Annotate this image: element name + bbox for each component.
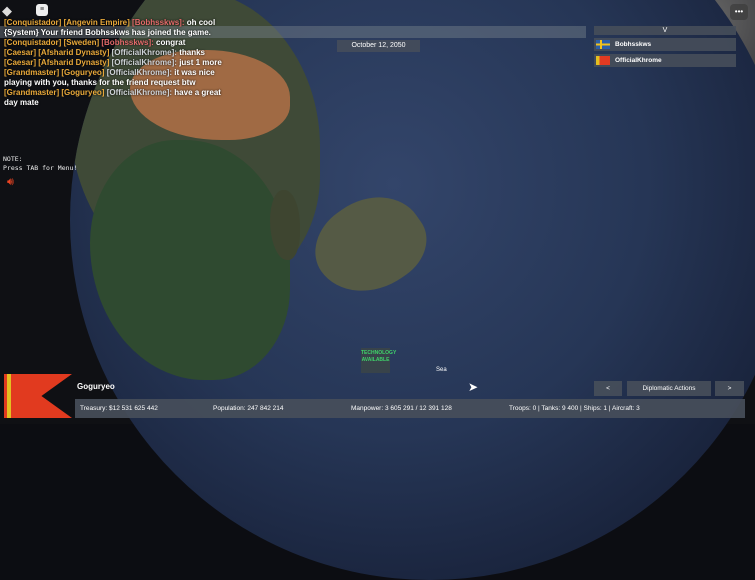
diplomatic-actions-button[interactable]: Diplomatic Actions xyxy=(627,381,711,396)
next-button[interactable]: > xyxy=(715,381,744,396)
chat-message: [Caesar] [Afsharid Dynasty] [OfficialKhr… xyxy=(4,48,205,57)
country-name: Goguryeo xyxy=(77,382,115,391)
speaker-icon[interactable]: 🔊︎ xyxy=(7,176,14,189)
player-row[interactable]: Bobhsskws xyxy=(594,38,736,51)
note-title: NOTE: xyxy=(3,155,23,163)
chat-system-message: {System} Your friend Bobhsskws has joine… xyxy=(4,28,211,37)
chat-message: [Conquistador] [Sweden] [Bobhsskws]: con… xyxy=(4,38,186,47)
population: Population: 247 842 214 xyxy=(213,405,284,412)
note-text: Press TAB for Menu! xyxy=(3,164,78,172)
chat-icon[interactable]: ≡ xyxy=(36,4,48,16)
chat-message: [Conquistador] [Angevin Empire] [Bobhssk… xyxy=(4,18,216,27)
note: NOTE: Press TAB for Menu! xyxy=(3,155,77,173)
player-row[interactable]: OfficialKhrome xyxy=(594,54,736,67)
sweden-flag-icon xyxy=(596,40,610,49)
military: Troops: 0 | Tanks: 9 400 | Ships: 1 | Ai… xyxy=(509,405,640,412)
stats-bar: Treasury: $12 531 625 442 Population: 24… xyxy=(75,399,745,418)
prev-button[interactable]: < xyxy=(594,381,622,396)
treasury: Treasury: $12 531 625 442 xyxy=(80,405,158,412)
chat-message: [Caesar] [Afsharid Dynasty] [OfficialKhr… xyxy=(4,58,222,67)
chat-message: [Grandmaster] [Goguryeo] [OfficialKhrome… xyxy=(4,88,221,107)
technology-available-badge[interactable]: TECHNOLOGY AVAILABLE xyxy=(361,348,396,373)
player-name: Bobhsskws xyxy=(615,41,652,48)
game-date: October 12, 2050 xyxy=(337,40,420,52)
chat-log: [Conquistador] [Angevin Empire] [Bobhssk… xyxy=(4,18,234,108)
mouse-cursor-icon: ➤ xyxy=(468,380,479,394)
chat-message: [Grandmaster] [Goguryeo] [OfficialKhrome… xyxy=(4,68,215,87)
player-name: OfficialKhrome xyxy=(615,57,662,64)
land-japan xyxy=(299,176,441,314)
player-list-toggle[interactable]: V xyxy=(594,26,736,35)
manpower: Manpower: 3 605 291 / 12 391 128 xyxy=(351,405,452,412)
sea-label: Sea xyxy=(436,367,447,373)
goguryeo-flag-icon xyxy=(596,56,610,65)
player-list: V Bobhsskws OfficialKhrome xyxy=(594,26,736,70)
more-options-icon[interactable]: ••• xyxy=(730,4,748,20)
